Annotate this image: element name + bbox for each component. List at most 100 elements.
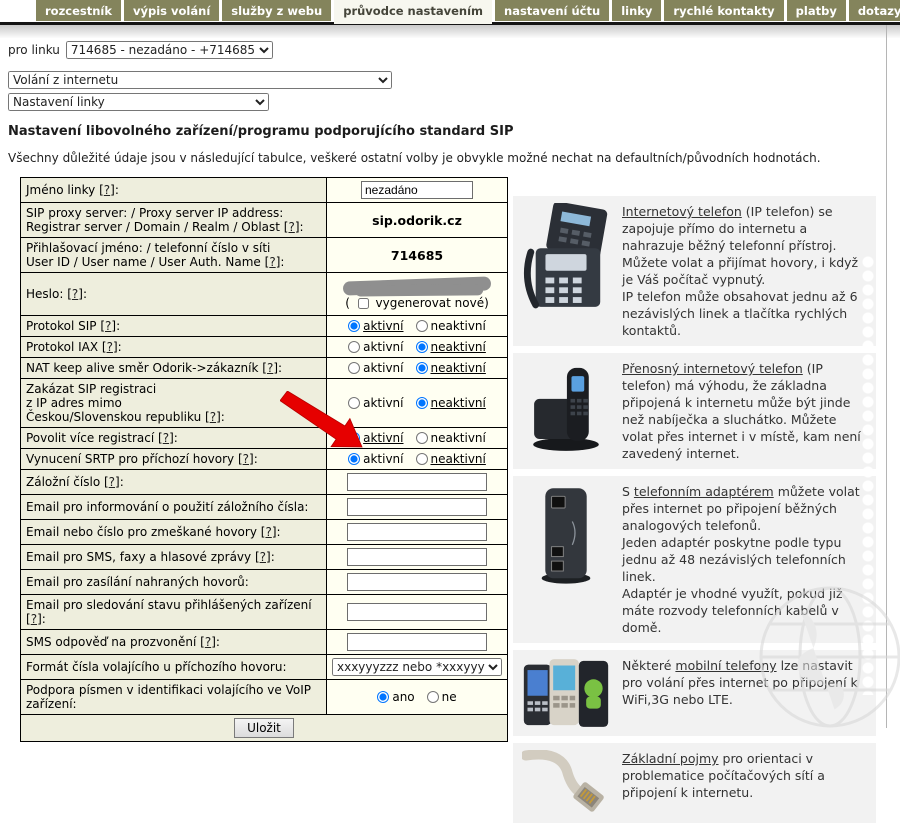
radio-label: aktivní — [363, 431, 403, 445]
radio-label: neaktivní — [431, 319, 486, 333]
text-input[interactable] — [347, 498, 487, 516]
help-link[interactable]: ? — [109, 475, 115, 489]
radio-input[interactable] — [348, 362, 360, 374]
radio-label: neaktivní — [431, 452, 486, 466]
help-link[interactable]: ? — [210, 410, 216, 424]
settings-row: Protokol IAX [?]:aktivníneaktivní — [21, 337, 508, 358]
settings-row: Jméno linky [?]: — [21, 178, 508, 203]
radio-option-ne[interactable]: ne — [427, 690, 457, 704]
row-label: SIP proxy server: / Proxy server IP addr… — [21, 203, 327, 238]
help-link[interactable]: ? — [31, 612, 37, 626]
info-link[interactable]: Základní pojmy — [622, 751, 719, 766]
radio-input[interactable] — [348, 320, 360, 332]
help-link[interactable]: ? — [163, 431, 169, 445]
row-label: Heslo: [?]: — [21, 273, 327, 316]
radio-input[interactable] — [348, 397, 360, 409]
radio-input[interactable] — [416, 397, 428, 409]
ip-phone-image — [520, 203, 612, 311]
radio-option-aktivní[interactable]: aktivní — [348, 361, 403, 375]
row-value: 714685 — [327, 238, 508, 273]
generate-password-checkbox[interactable] — [358, 298, 369, 309]
row-value: anone — [327, 680, 508, 715]
settings-row: Záložní číslo [?]: — [21, 470, 508, 495]
help-link[interactable]: ? — [267, 361, 273, 375]
radio-option-neaktivní[interactable]: neaktivní — [416, 431, 486, 445]
mobile-phones-image — [520, 657, 612, 729]
tab-rozcestník[interactable]: rozcestník — [36, 0, 121, 21]
text-input[interactable] — [347, 603, 487, 621]
tab-rychlé-kontakty[interactable]: rychlé kontakty — [664, 0, 783, 21]
radio-option-aktivní[interactable]: aktivní — [348, 396, 403, 410]
help-link[interactable]: ? — [105, 319, 111, 333]
radio-option-neaktivní[interactable]: neaktivní — [416, 396, 486, 410]
tab-linky[interactable]: linky — [612, 0, 661, 21]
text-input[interactable] — [361, 181, 473, 199]
text-input[interactable] — [347, 523, 487, 541]
tab-platby[interactable]: platby — [787, 0, 846, 21]
radio-option-aktivní[interactable]: aktivní — [348, 319, 403, 333]
tab-služby-z-webu[interactable]: služby z webu — [222, 0, 331, 21]
help-link[interactable]: ? — [107, 340, 113, 354]
settings-row: SMS odpověď na prozvonění [?]: — [21, 630, 508, 655]
info-card: Internetový telefon (IP telefon) se zapo… — [513, 196, 876, 346]
row-label: Email pro SMS, faxy a hlasové zprávy [?]… — [21, 545, 327, 570]
subcategory-select[interactable]: Nastavení linky — [8, 93, 269, 111]
radio-label: aktivní — [363, 361, 403, 375]
category-select[interactable]: Volání z internetu — [8, 71, 392, 89]
radio-input[interactable] — [348, 432, 360, 444]
settings-row: Email pro SMS, faxy a hlasové zprávy [?]… — [21, 545, 508, 570]
tab-průvodce-nastavením[interactable]: průvodce nastavením — [334, 0, 492, 21]
text-input[interactable] — [347, 573, 487, 591]
caller-format-select[interactable]: xxxyyyzzz nebo *xxxyyy — [332, 658, 502, 676]
text-input[interactable] — [347, 473, 487, 491]
info-text: Některé mobilní telefony lze nastavit pr… — [622, 657, 869, 708]
info-text: Základní pojmy pro orientaci v problemat… — [622, 750, 869, 801]
text-input[interactable] — [347, 548, 487, 566]
radio-option-ano[interactable]: ano — [377, 690, 414, 704]
info-link[interactable]: telefonním adaptérem — [634, 484, 774, 499]
radio-input[interactable] — [416, 362, 428, 374]
settings-row: Přihlašovací jméno: / telefonní číslo v … — [21, 238, 508, 273]
text-input[interactable] — [347, 633, 487, 651]
info-card: Některé mobilní telefony lze nastavit pr… — [513, 650, 876, 736]
radio-input[interactable] — [416, 320, 428, 332]
row-value — [327, 178, 508, 203]
help-link[interactable]: ? — [260, 550, 266, 564]
ethernet-cable-image — [520, 750, 612, 816]
radio-input[interactable] — [377, 691, 389, 703]
radio-label: neaktivní — [431, 396, 486, 410]
help-link[interactable]: ? — [269, 255, 275, 269]
info-text: Internetový telefon (IP telefon) se zapo… — [622, 203, 869, 339]
radio-input[interactable] — [348, 453, 360, 465]
help-link[interactable]: ? — [243, 452, 249, 466]
settings-row: Zakázat SIP registraciz IP adres mimoČes… — [21, 379, 508, 428]
radio-option-neaktivní[interactable]: neaktivní — [416, 361, 486, 375]
tab-nastavení-účtu[interactable]: nastavení účtu — [495, 0, 609, 21]
help-link[interactable]: ? — [288, 220, 294, 234]
radio-option-aktivní[interactable]: aktivní — [348, 340, 403, 354]
help-link[interactable]: ? — [104, 183, 110, 197]
info-link[interactable]: Přenosný internetový telefon — [622, 361, 803, 376]
line-select[interactable]: 714685 - nezadáno - +714685 — [66, 41, 273, 59]
radio-option-aktivní[interactable]: aktivní — [348, 452, 403, 466]
tab-výpis-volání[interactable]: výpis volání — [124, 0, 219, 21]
help-link[interactable]: ? — [265, 525, 271, 539]
help-link[interactable]: ? — [205, 635, 211, 649]
row-label: Email pro informování o použití záložníh… — [21, 495, 327, 520]
tab-dotazy[interactable]: dotazy — [849, 0, 900, 21]
info-link[interactable]: mobilní telefony — [675, 658, 776, 673]
radio-option-aktivní[interactable]: aktivní — [348, 431, 403, 445]
help-link[interactable]: ? — [72, 287, 78, 301]
info-link[interactable]: Internetový telefon — [622, 204, 742, 219]
info-card: S telefonním adaptérem můžete volat přes… — [513, 476, 876, 643]
radio-option-neaktivní[interactable]: neaktivní — [416, 452, 486, 466]
row-label: Email pro sledování stavu přihlášených z… — [21, 595, 327, 630]
radio-input[interactable] — [416, 341, 428, 353]
radio-option-neaktivní[interactable]: neaktivní — [416, 340, 486, 354]
radio-input[interactable] — [416, 432, 428, 444]
radio-option-neaktivní[interactable]: neaktivní — [416, 319, 486, 333]
radio-input[interactable] — [427, 691, 439, 703]
radio-input[interactable] — [348, 341, 360, 353]
save-button[interactable]: Uložit — [234, 718, 294, 738]
radio-input[interactable] — [416, 453, 428, 465]
